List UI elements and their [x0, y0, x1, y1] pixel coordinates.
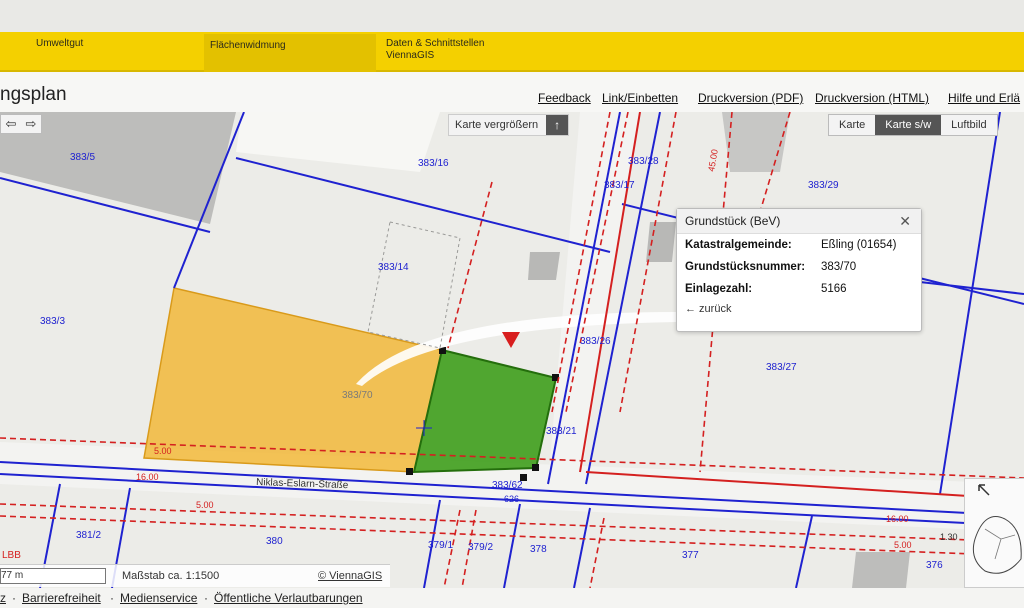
popup-row-value: Eßling (01654): [821, 239, 897, 251]
map-building: [528, 252, 560, 280]
map-building: [852, 552, 910, 588]
popup-row-value: 383/70: [821, 261, 857, 273]
map-nav-arrows: ⇦ ⇨: [0, 114, 42, 134]
top-navigation-bar: Umweltgut Flächenwidmung Daten & Schnitt…: [0, 32, 1024, 72]
page-title: ngsplan: [0, 84, 67, 105]
vienna-outline-icon: [972, 516, 1022, 574]
parcel-label: 383/26: [580, 336, 611, 347]
parcel-label: 383/5: [70, 152, 95, 163]
hilfe-link[interactable]: Hilfe und Erlä: [948, 91, 1020, 105]
parcel-label: 376: [926, 560, 943, 571]
back-button[interactable]: ← zurück: [677, 300, 921, 318]
page-footer: z · Barrierefreiheit · Medienservice · Ö…: [0, 588, 1024, 608]
copyright-link[interactable]: © ViennaGIS: [318, 570, 382, 582]
footer-link[interactable]: z: [0, 588, 6, 608]
overview-map[interactable]: [964, 478, 1024, 588]
popup-row-key: Einlagezahl:: [685, 283, 753, 295]
popup-row-key: Katastralgemeinde:: [685, 239, 792, 251]
parcel-label: 378: [530, 544, 547, 555]
measurement-label: 5.00: [894, 540, 912, 550]
feedback-link[interactable]: Feedback: [538, 91, 591, 105]
parcel-label: 383/70: [342, 390, 373, 401]
parcel-label: 383/28: [628, 156, 659, 167]
nav-item-sublabel: ViennaGIS: [386, 50, 435, 61]
druckversion-pdf-link[interactable]: Druckversion (PDF): [698, 91, 803, 105]
measurement-label: 1.30: [940, 532, 958, 542]
map-lot: [236, 112, 440, 172]
outline-lines: [367, 221, 461, 349]
view-karte-sw-button[interactable]: Karte s/w: [875, 115, 942, 135]
position-marker-icon: [502, 332, 520, 348]
parcel-label: 383/29: [808, 180, 839, 191]
measurement-label: 5.00: [154, 446, 172, 456]
nav-item-umweltgut[interactable]: Umweltgut: [36, 38, 83, 50]
measurement-label: 5.00: [196, 500, 214, 510]
nav-item-label: Daten & Schnittstellen: [386, 38, 485, 49]
zone-label: LBB: [2, 550, 21, 561]
footer-link-medienservice[interactable]: Medienservice: [120, 588, 197, 608]
parcel-label: 381/2: [76, 530, 101, 541]
footer-separator: ·: [204, 591, 208, 605]
popup-row-value: 5166: [821, 283, 847, 295]
measurement-label: 16.00: [886, 514, 909, 524]
parcel-label: 383/14: [378, 262, 409, 273]
parcel-label: 383/21: [546, 426, 577, 437]
map-building: [646, 222, 676, 262]
popup-row-grundstuecksnummer: Grundstücksnummer: 383/70: [677, 256, 921, 278]
map-building: [722, 112, 790, 172]
page-header: ngsplan Feedback Link/Einbetten Druckver…: [0, 72, 1024, 112]
parcel-label: 383/27: [766, 362, 797, 373]
arrow-right-icon[interactable]: ⇨: [21, 115, 41, 133]
close-icon[interactable]: ✕: [899, 209, 911, 233]
map-view-toggle: Karte Karte s/w Luftbild: [828, 114, 998, 136]
map-svg: 383/5 383/16 383/28 383/17 383/29 383/14…: [0, 112, 1024, 588]
parcel-label: 383/16: [418, 158, 449, 169]
overview-map-svg: [972, 484, 1022, 574]
enlarge-map-label: Karte vergrößern: [455, 119, 539, 131]
popup-header: Grundstück (BeV) ✕: [677, 209, 921, 234]
scale-label: Maßstab ca. 1:1500: [122, 570, 220, 582]
parcel-label: 383/3: [40, 316, 65, 327]
footer-link-barrierefreiheit[interactable]: Barrierefreiheit: [22, 588, 101, 608]
parcel-label: 383/62: [492, 480, 523, 491]
popup-row-einlagezahl: Einlagezahl: 5166: [677, 278, 921, 300]
scale-value: 77 m: [0, 568, 106, 584]
measurement-label: 16.00: [136, 472, 159, 482]
map-canvas[interactable]: 383/5 383/16 383/28 383/17 383/29 383/14…: [0, 112, 1024, 588]
parcel-vertex[interactable]: [532, 464, 539, 471]
footer-separator: ·: [110, 591, 114, 605]
house-number-label: 626: [504, 494, 519, 504]
popup-row-key: Grundstücksnummer:: [685, 261, 806, 273]
parcel-label: 379/2: [468, 542, 493, 553]
popup-title: Grundstück (BeV): [685, 214, 781, 228]
footer-separator: ·: [12, 591, 16, 605]
measurement-label: 45.00: [706, 148, 720, 172]
parcel-info-popup: Grundstück (BeV) ✕ Katastralgemeinde: Eß…: [676, 208, 922, 332]
parcel-vertex[interactable]: [406, 468, 413, 475]
view-luftbild-button[interactable]: Luftbild: [941, 115, 997, 135]
popup-row-katastralgemeinde: Katastralgemeinde: Eßling (01654): [677, 234, 921, 256]
arrow-up-icon: ↑: [546, 115, 569, 135]
highlight-area: [143, 287, 443, 473]
druckversion-html-link[interactable]: Druckversion (HTML): [815, 91, 929, 105]
nav-item-daten-schnittstellen[interactable]: Daten & Schnittstellen ViennaGIS: [386, 38, 484, 62]
parcel-label: 377: [682, 550, 699, 561]
parcel-label: 383/17: [604, 180, 635, 191]
map-scale-bar: 77 m Maßstab ca. 1:1500 © ViennaGIS: [0, 564, 390, 587]
view-karte-button[interactable]: Karte: [829, 115, 876, 135]
footer-link-verlautbarungen[interactable]: Öffentliche Verlautbarungen: [214, 588, 363, 608]
nav-item-flaechenwidmung[interactable]: Flächenwidmung: [204, 34, 376, 72]
link-einbetten-link[interactable]: Link/Einbetten: [602, 91, 678, 105]
expand-icon[interactable]: [978, 484, 990, 496]
parcel-label: 380: [266, 536, 283, 547]
enlarge-map-button[interactable]: Karte vergrößern ↑: [448, 114, 570, 136]
parcel-label: 379/1: [428, 540, 453, 551]
arrow-left-icon[interactable]: ⇦: [1, 115, 21, 133]
district-lines: [984, 528, 1016, 560]
